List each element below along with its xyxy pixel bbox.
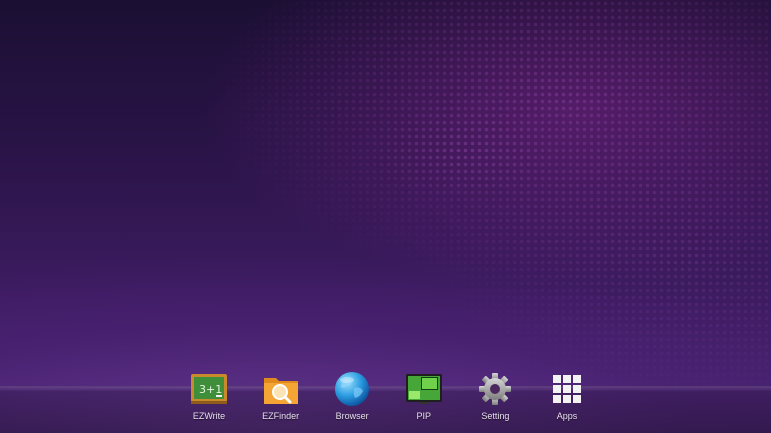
dock-item-browser[interactable]: Browser (321, 370, 383, 428)
dock-item-ezfinder[interactable]: EZFinder (250, 370, 312, 428)
dock-item-setting[interactable]: Setting (464, 370, 526, 428)
svg-text:3+1: 3+1 (199, 383, 222, 396)
gear-icon (476, 370, 514, 408)
folder-search-icon (262, 370, 300, 408)
globe-icon (333, 370, 371, 408)
dock-label-browser: Browser (335, 411, 369, 421)
dock-item-apps[interactable]: Apps (536, 370, 598, 428)
dock-label-pip: PIP (416, 411, 432, 421)
home-screen: 3+1 EZWrite EZFinder Browser PIP Setting… (0, 0, 771, 433)
dock-label-ezwrite: EZWrite (192, 411, 226, 421)
dock-label-ezfinder: EZFinder (262, 411, 300, 421)
chalkboard-icon: 3+1 (190, 370, 228, 408)
wallpaper-dot-pattern (0, 0, 771, 433)
dock-item-pip[interactable]: PIP (393, 370, 455, 428)
dock-label-apps: Apps (556, 411, 578, 421)
dock-item-ezwrite[interactable]: 3+1 EZWrite (178, 370, 240, 428)
pip-window-icon (405, 370, 443, 408)
dock-label-setting: Setting (481, 411, 510, 421)
dock: 3+1 EZWrite EZFinder Browser PIP Setting… (178, 370, 598, 428)
app-grid-icon (548, 370, 586, 408)
